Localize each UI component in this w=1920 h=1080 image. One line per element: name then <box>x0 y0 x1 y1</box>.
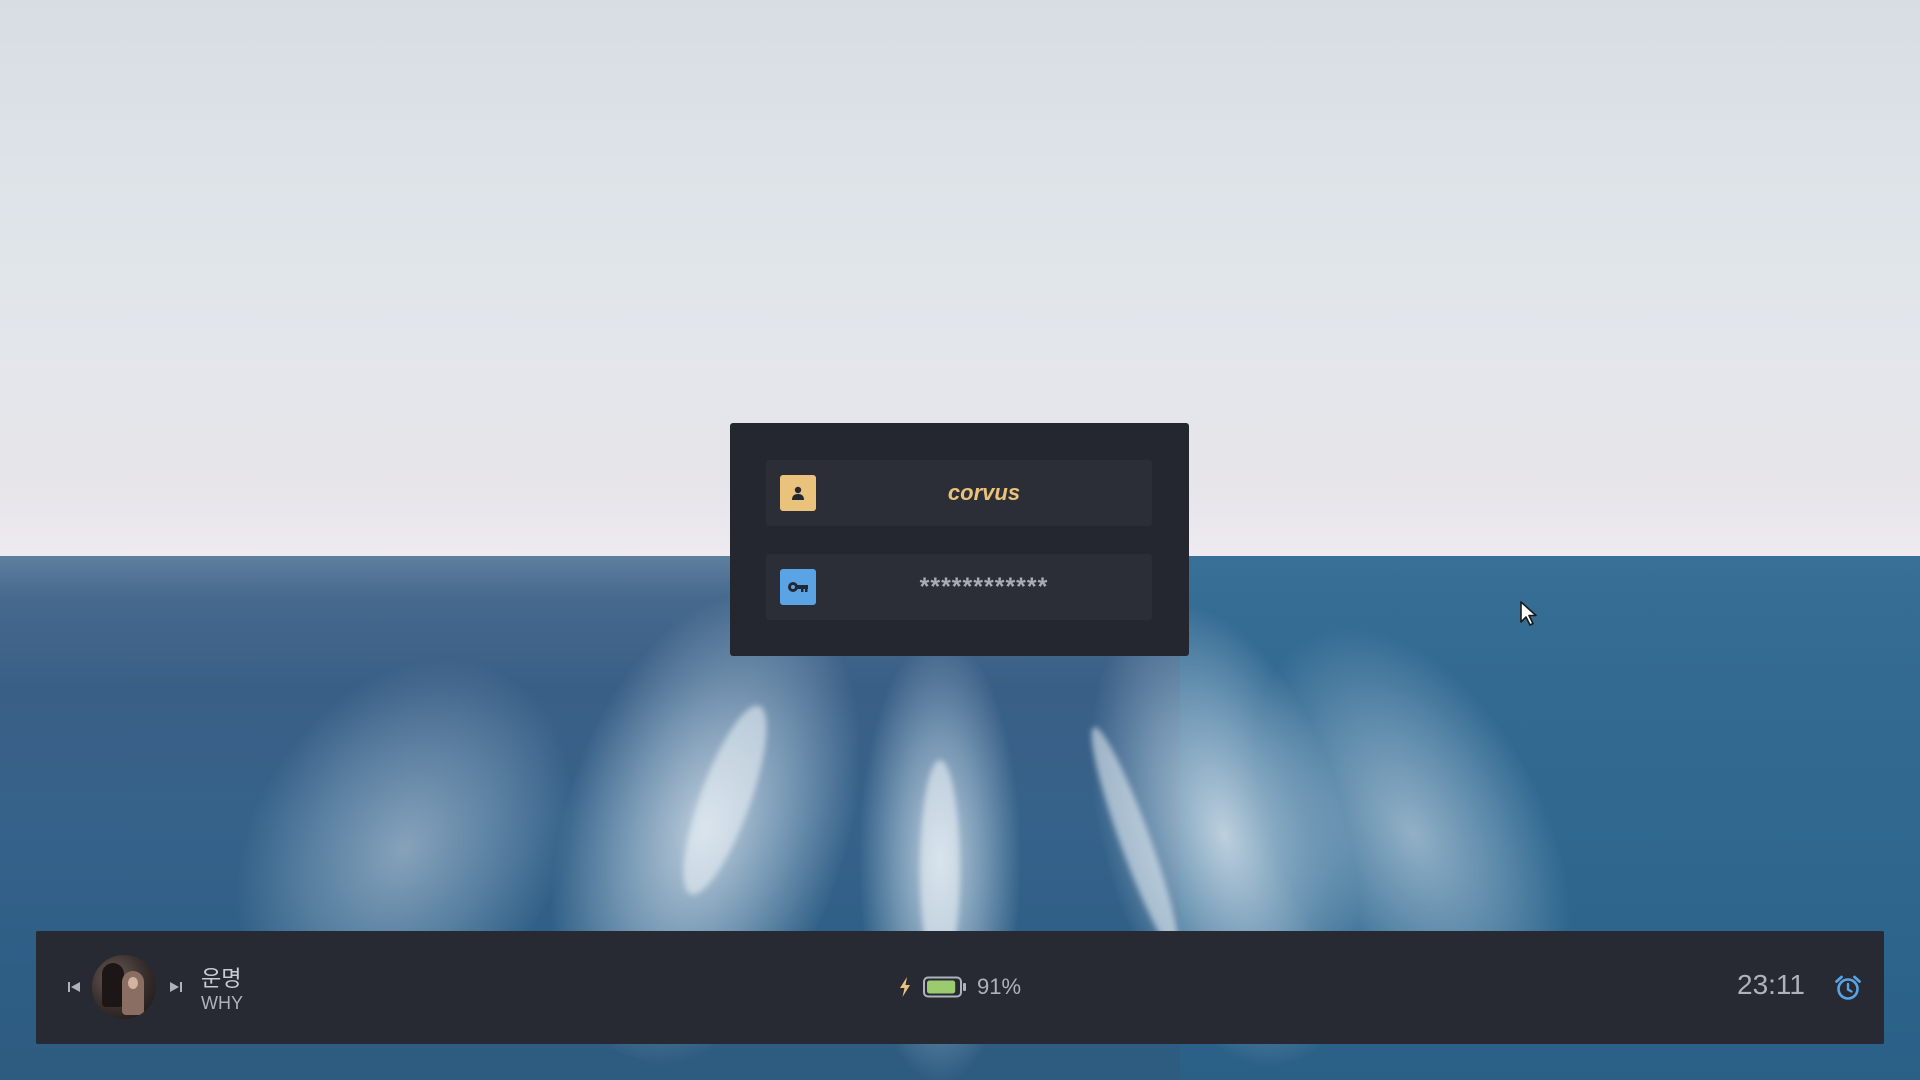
track-artist: WHY <box>201 993 243 1013</box>
lightning-bolt-icon <box>900 977 910 997</box>
alarm-clock-icon[interactable] <box>1834 974 1862 1002</box>
battery-fill <box>927 980 956 994</box>
track-title: 운명 <box>201 967 242 992</box>
lock-screen: corvus ************ 운명 WHY 91% 23:11 <box>0 0 1920 1080</box>
skip-next-icon[interactable] <box>167 978 185 996</box>
username-value: corvus <box>947 480 1021 505</box>
key-icon <box>780 569 816 605</box>
password-field[interactable]: ************ <box>766 554 1152 620</box>
user-icon <box>780 475 816 511</box>
status-bar: 운명 WHY 91% 23:11 <box>36 931 1884 1044</box>
username-field[interactable]: corvus <box>766 460 1152 526</box>
clock: 23:11 <box>1737 969 1805 1000</box>
mouse-pointer-icon <box>1520 601 1537 626</box>
album-art <box>92 955 156 1019</box>
battery-percentage: 91% <box>977 974 1022 999</box>
password-value: ************ <box>919 572 1049 601</box>
skip-previous-icon[interactable] <box>65 978 83 996</box>
battery-icon <box>923 976 966 998</box>
login-dialog: corvus ************ <box>730 423 1189 656</box>
